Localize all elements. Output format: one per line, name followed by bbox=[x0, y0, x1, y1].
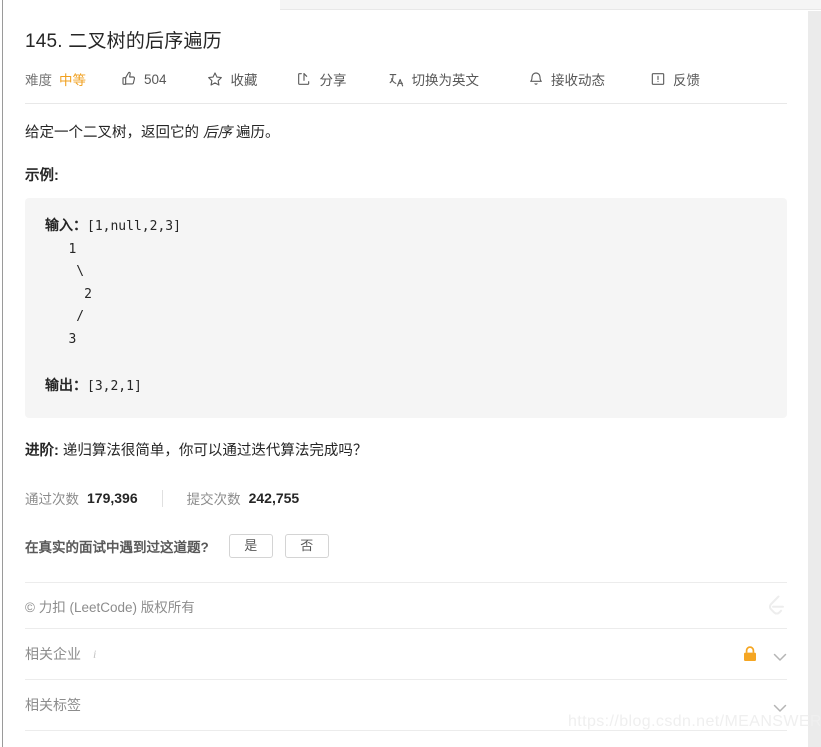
problem-toolbar: 难度 中等 504 收藏 分享 切换为英文 接收动态 反馈 bbox=[25, 67, 787, 91]
share-button[interactable]: 分享 bbox=[296, 69, 347, 89]
example-code: 输入：[1,null,2,3] 1 \ 2 / 3 输出：[3,2,1] bbox=[45, 214, 767, 398]
companies-section-actions bbox=[743, 646, 787, 662]
translate-button[interactable]: 切换为英文 bbox=[388, 69, 480, 89]
share-label: 分享 bbox=[319, 73, 347, 88]
translate-icon bbox=[388, 71, 405, 88]
input-label: 输入： bbox=[45, 217, 87, 233]
output-label: 输出： bbox=[45, 376, 87, 393]
thumbs-up-icon bbox=[120, 71, 137, 88]
difficulty-indicator: 难度 中等 bbox=[25, 69, 86, 89]
submissions-value: 242,755 bbox=[248, 490, 300, 506]
input-value: [1,null,2,3] bbox=[87, 219, 181, 234]
tags-divider bbox=[25, 730, 787, 731]
page-scrollbar[interactable] bbox=[808, 11, 821, 747]
example-code-block: 输入：[1,null,2,3] 1 \ 2 / 3 输出：[3,2,1] bbox=[25, 198, 787, 418]
left-window-border bbox=[2, 0, 3, 747]
tree-diagram: 1 \ 2 / 3 bbox=[68, 241, 92, 347]
footer: © 力扣 (LeetCode) 版权所有 bbox=[25, 583, 787, 628]
followup-body: 递归算法很简单，你可以通过迭代算法完成吗？ bbox=[58, 443, 368, 459]
problem-content: 145. 二叉树的后序遍历 难度 中等 504 收藏 分享 切换为英文 接收动态… bbox=[25, 0, 787, 731]
like-count: 504 bbox=[144, 71, 167, 87]
subscribe-button[interactable]: 接收动态 bbox=[527, 69, 605, 89]
example-heading: 示例: bbox=[25, 168, 59, 184]
followup-label: 进阶: bbox=[25, 443, 59, 459]
chevron-down-icon[interactable] bbox=[773, 700, 787, 712]
lock-icon bbox=[743, 646, 757, 662]
stats-separator bbox=[161, 489, 163, 507]
difficulty-label: 难度 bbox=[25, 73, 52, 88]
output-value: [3,2,1] bbox=[87, 378, 142, 394]
like-button[interactable]: 504 bbox=[120, 71, 167, 88]
feedback-button[interactable]: 反馈 bbox=[649, 69, 700, 89]
tags-title: 相关标签 bbox=[25, 697, 81, 713]
feedback-label: 反馈 bbox=[673, 73, 701, 88]
info-icon: i bbox=[93, 646, 97, 661]
star-icon bbox=[207, 71, 224, 88]
page-frame: 145. 二叉树的后序遍历 难度 中等 504 收藏 分享 切换为英文 接收动态… bbox=[0, 0, 821, 747]
subscribe-label: 接收动态 bbox=[551, 73, 606, 88]
survey-yes-button[interactable]: 是 bbox=[228, 534, 273, 558]
page-title: 145. 二叉树的后序遍历 bbox=[25, 31, 222, 52]
submissions-label: 提交次数 bbox=[186, 492, 241, 507]
feedback-icon bbox=[649, 71, 666, 88]
difficulty-badge: 中等 bbox=[59, 73, 86, 88]
survey-no-button[interactable]: 否 bbox=[284, 534, 329, 558]
followup-text: 进阶: 递归算法很简单，你可以通过迭代算法完成吗？ bbox=[25, 440, 787, 462]
description-tail: 遍历。 bbox=[232, 125, 280, 141]
header-divider bbox=[25, 103, 787, 104]
bell-icon bbox=[527, 71, 544, 88]
accepted-label: 通过次数 bbox=[25, 492, 79, 507]
accepted-value: 179,396 bbox=[87, 490, 138, 506]
leetcode-logo-icon bbox=[763, 593, 787, 619]
companies-title: 相关企业 bbox=[25, 646, 81, 662]
favorite-button[interactable]: 收藏 bbox=[207, 69, 258, 89]
tags-section[interactable]: 相关标签 bbox=[25, 680, 787, 730]
interview-survey: 在真实的面试中遇到过这道题? 是 否 bbox=[25, 532, 787, 560]
problem-stats: 通过次数 179,396 提交次数 242,755 bbox=[25, 488, 787, 508]
translate-label: 切换为英文 bbox=[411, 73, 480, 88]
chevron-down-icon[interactable] bbox=[773, 649, 787, 661]
companies-section[interactable]: 相关企业 i bbox=[25, 629, 787, 679]
share-icon bbox=[296, 71, 313, 88]
copyright-text: © 力扣 (LeetCode) 版权所有 bbox=[25, 599, 195, 615]
scrollbar-thumb[interactable] bbox=[808, 22, 821, 322]
survey-question: 在真实的面试中遇到过这道题? bbox=[25, 540, 209, 555]
page-right-edge bbox=[806, 11, 808, 747]
tags-section-actions bbox=[773, 700, 787, 712]
problem-description: 给定一个二叉树，返回它的 后序 遍历。 bbox=[25, 122, 787, 144]
description-emphasis: 后序 bbox=[203, 125, 233, 141]
favorite-label: 收藏 bbox=[230, 73, 258, 88]
description-lead: 给定一个二叉树，返回它的 bbox=[25, 125, 204, 141]
